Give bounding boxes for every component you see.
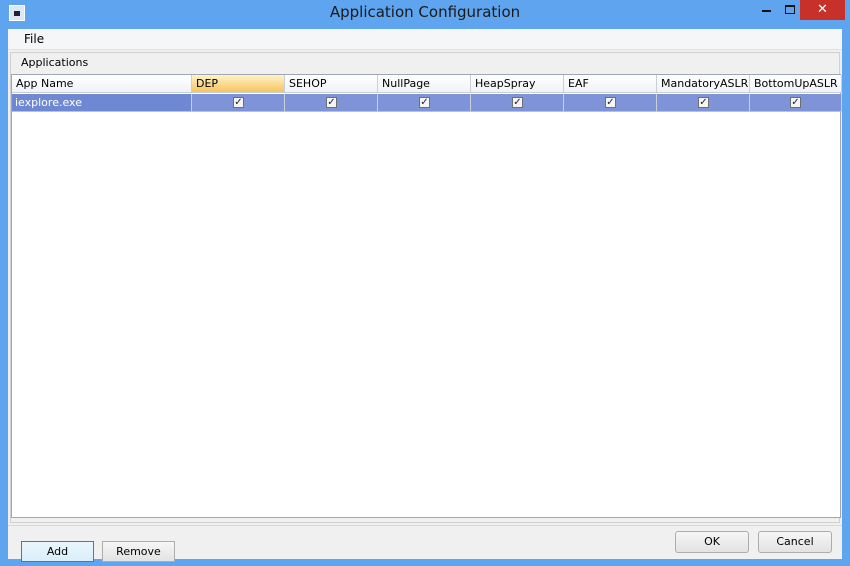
applications-grid[interactable]: App Name DEP SEHOP NullPage HeapSpray EA… [11,74,842,562]
eaf-cell: ✓ [564,94,657,112]
heapspray-checkbox[interactable]: ✓ [512,97,523,108]
nullpage-checkbox[interactable]: ✓ [419,97,430,108]
bottomupaslr-checkbox[interactable]: ✓ [790,97,801,108]
applications-label: Applications [21,56,89,69]
close-button[interactable]: ✕ [800,0,845,20]
dep-cell: ✓ [192,94,285,112]
remove-button[interactable]: Remove [102,541,175,562]
app-name-cell[interactable]: iexplore.exe [12,94,192,112]
sehop-checkbox[interactable]: ✓ [326,97,337,108]
column-header-mandatoryaslr[interactable]: MandatoryASLR [657,75,750,93]
column-header-bottomupaslr[interactable]: BottomUpASLR [750,75,842,93]
column-header-sehop[interactable]: SEHOP [285,75,378,93]
menu-bar: File [8,29,842,50]
eaf-checkbox[interactable]: ✓ [605,97,616,108]
column-header-dep[interactable]: DEP [192,75,285,93]
app-window: Application Configuration ✕ File Applica… [0,0,850,566]
maximize-button[interactable] [779,0,800,20]
title-bar[interactable]: Application Configuration ✕ [0,0,850,28]
heapspray-cell: ✓ [471,94,564,112]
add-button[interactable]: Add [21,541,94,562]
ok-button[interactable]: OK [675,531,749,553]
column-header-heapspray[interactable]: HeapSpray [471,75,564,93]
footer-divider [8,525,842,526]
minimize-icon [761,9,771,12]
sehop-cell: ✓ [285,94,378,112]
bottomupaslr-cell: ✓ [750,94,842,112]
window-title: Application Configuration [329,3,521,21]
minimize-button[interactable] [753,0,779,20]
mandatoryaslr-cell: ✓ [657,94,750,112]
cancel-button[interactable]: Cancel [758,531,832,553]
column-header-eaf[interactable]: EAF [564,75,657,93]
client-area: File Applications App Name DEP SEHOP Nul… [8,29,842,562]
dep-checkbox[interactable]: ✓ [233,97,244,108]
column-header-nullpage[interactable]: NullPage [378,75,471,93]
maximize-icon [784,5,795,14]
column-header-app-name[interactable]: App Name [12,75,192,93]
nullpage-cell: ✓ [378,94,471,112]
mandatoryaslr-checkbox[interactable]: ✓ [698,97,709,108]
menu-file[interactable]: File [18,31,50,47]
